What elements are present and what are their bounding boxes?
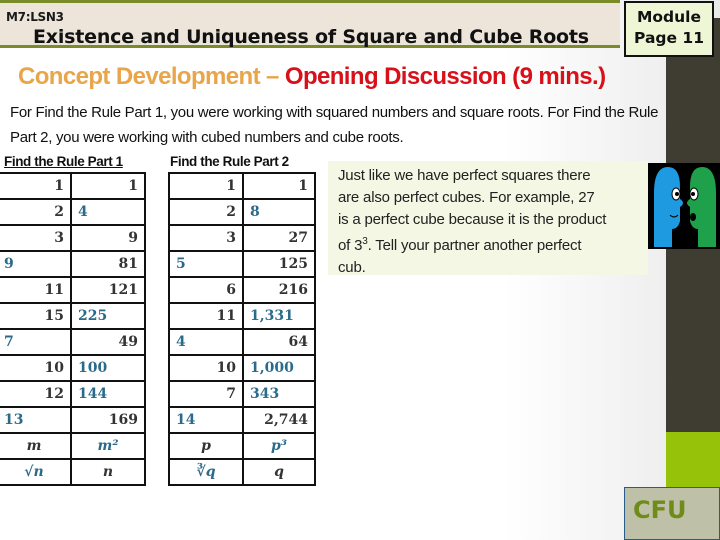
table-cell-input: 1 [168,172,244,200]
table-cell-input: 13 [0,406,72,434]
cfu-button[interactable]: CFU [624,487,720,540]
left-face-icon [654,167,683,247]
table-cell-output: q [242,458,316,486]
table-cell-output: 125 [242,250,316,278]
table-cell-output: 343 [242,380,316,408]
page-label: Page 11 [634,29,704,47]
table-cell-input: 11 [0,276,72,304]
table-cell-input: 10 [168,354,244,382]
table-row: 11 121 [0,276,146,304]
module-page-badge: Module Page 11 [624,1,714,57]
table-row: 10 1,000 [168,354,316,382]
table-cell-output: 216 [242,276,316,304]
table-cell-input: 1 [0,172,72,200]
table-row: 11 [0,172,146,200]
table-row: m m² [0,432,146,460]
table-row: 13 169 [0,406,146,434]
find-rule-part2-table: 1 1 2 8 3 27 5 125 6 216 11 1,331 4 64 10 1,000 7 343 14 2,… [168,172,316,486]
table-row: 11 [168,172,316,200]
table-cell-input: 3 [0,224,72,252]
table1-heading: Find the Rule Part 1 [4,154,123,169]
table-cell-output: 100 [70,354,146,382]
table-cell-input: 2 [168,198,244,226]
table-cell-output: 64 [242,328,316,356]
table-cell-output: 8 [242,198,316,226]
table-cell-input: 9 [0,250,72,278]
table-cell-output: 49 [70,328,146,356]
table-cell-input: 14 [168,406,244,434]
intro-paragraph: For Find the Rule Part 1, you were worki… [10,104,659,146]
table-cell-output: 225 [70,302,146,330]
module-label: Module [636,8,702,26]
table-cell-output: 1 [70,172,146,200]
table-cell-input: 5 [168,250,244,278]
callout-text: of 3 [338,237,363,254]
table-row: 39 [0,224,146,252]
lesson-header: M7:LSN3 Existence and Uniqueness of Squa… [0,0,620,48]
table-cell-output: 4 [70,198,146,226]
lesson-title: Existence and Uniqueness of Square and C… [33,26,589,48]
table-cell-input: 7 [168,380,244,408]
table-cell-input: 10 [0,354,72,382]
table-row: ∛q q [168,458,316,486]
table-cell-output: 9 [70,224,146,252]
section-title: Concept Development – Opening Discussion… [18,63,606,91]
lesson-code: M7:LSN3 [6,10,64,24]
table-cell-output: p³ [242,432,316,460]
callout-line: cub. [338,259,366,276]
callout-text: . Tell your partner another perfect [367,237,582,254]
table2-heading: Find the Rule Part 2 [170,154,289,169]
table-row: 5 125 [168,250,316,278]
table-cell-input: √n [0,458,72,486]
table-row: 14 2,744 [168,406,316,434]
right-face-icon [687,167,716,247]
section-title-part1: Concept Development – [18,63,279,90]
table-cell-input: p [168,432,244,460]
table-cell-input: m [0,432,72,460]
callout-line: of 33. Tell your partner another perfect [338,231,638,257]
table-cell-output: n [70,458,146,486]
callout-line: are also perfect cubes. For example, 27 [338,189,595,206]
table-row: 9 81 [0,250,146,278]
callout-line: is a perfect cube because it is the prod… [338,211,607,228]
table-cell-input: 4 [168,328,244,356]
table-cell-output: 169 [70,406,146,434]
table-cell-output: 81 [70,250,146,278]
table-row: 24 [0,198,146,226]
table-cell-input: 7 [0,328,72,356]
table-row: 28 [168,198,316,226]
callout-line: Just like we have perfect squares there [338,167,591,184]
table-cell-input: ∛q [168,458,244,486]
table-row: 7 343 [168,380,316,408]
table-row: 3 27 [168,224,316,252]
table-cell-input: 11 [168,302,244,330]
section-title-part2: Opening Discussion (9 mins.) [284,63,606,90]
table-cell-output: 27 [242,224,316,252]
table-cell-output: m² [70,432,146,460]
table-cell-output: 2,744 [242,406,316,434]
table-row: 11 1,331 [168,302,316,330]
table-cell-output: 1 [242,172,316,200]
table-row: 4 64 [168,328,316,356]
table-cell-input: 2 [0,198,72,226]
table-cell-input: 6 [168,276,244,304]
table-row: √n n [0,458,146,486]
table-cell-input: 3 [168,224,244,252]
table-row: 7 49 [0,328,146,356]
table-row: 15 225 [0,302,146,330]
table-row: p p³ [168,432,316,460]
table-row: 6 216 [168,276,316,304]
table-row: 10 100 [0,354,146,382]
find-rule-part1-table: 1 1 2 4 3 9 9 81 11 121 15 225 7 49 10 100 12 144 13 169 m m²… [0,172,146,486]
table-cell-input: 15 [0,302,72,330]
table-row: 12 144 [0,380,146,408]
table-cell-input: 12 [0,380,72,408]
table-cell-output: 1,000 [242,354,316,382]
perfect-cubes-callout: Just like we have perfect squares there … [328,161,648,276]
two-faces-talking-icon [648,163,720,249]
table-cell-output: 144 [70,380,146,408]
table-cell-output: 121 [70,276,146,304]
table-cell-output: 1,331 [242,302,316,330]
